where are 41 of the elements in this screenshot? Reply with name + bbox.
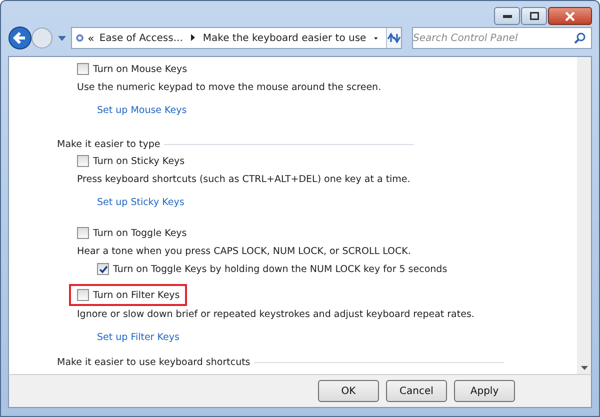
- checkbox-label[interactable]: Turn on Filter Keys: [93, 290, 180, 300]
- checkbox[interactable]: [77, 227, 89, 239]
- refresh-button[interactable]: [386, 28, 401, 48]
- setup-link[interactable]: Set up Sticky Keys: [97, 197, 184, 208]
- minimize-button[interactable]: [494, 7, 520, 25]
- back-button[interactable]: [8, 26, 32, 50]
- scroll-down-icon[interactable]: [580, 366, 588, 370]
- search-icon: [574, 32, 586, 44]
- checkbox[interactable]: [97, 263, 109, 275]
- overflow-chevron[interactable]: «: [88, 32, 94, 44]
- close-icon: [565, 12, 575, 20]
- breadcrumb-item[interactable]: Make the keyboard easier to use: [202, 32, 366, 44]
- address-bar[interactable]: « Ease of Access... Make the keyboard easier to use: [71, 27, 402, 49]
- checkbox-label[interactable]: Turn on Toggle Keys by holding down the NUM LOCK key for 5 seconds: [113, 264, 448, 274]
- breadcrumb-arrow-icon[interactable]: [190, 34, 195, 40]
- section-heading: Make it easier to type: [57, 138, 160, 150]
- checkbox-label[interactable]: Turn on Sticky Keys: [93, 156, 185, 166]
- search-field[interactable]: Search Control Panel: [412, 27, 592, 49]
- description-text: Use the numeric keypad to move the mouse around the screen.: [77, 81, 382, 95]
- checkbox[interactable]: [77, 155, 89, 167]
- checkbox[interactable]: [77, 289, 89, 301]
- maximize-button[interactable]: [521, 7, 547, 25]
- minimize-icon: [502, 14, 512, 18]
- description-text: Hear a tone when you press CAPS LOCK, NUM LOCK, or SCROLL LOCK.: [77, 245, 412, 259]
- setup-link[interactable]: Set up Filter Keys: [97, 332, 180, 343]
- checkbox-label[interactable]: Turn on Toggle Keys: [93, 228, 187, 238]
- scrollbar[interactable]: [577, 57, 591, 374]
- dialog-button[interactable]: OK: [318, 380, 379, 402]
- close-button[interactable]: [548, 7, 592, 25]
- refresh-icon: [387, 32, 401, 44]
- maximize-icon: [530, 12, 538, 20]
- breadcrumb-item[interactable]: Ease of Access...: [99, 32, 183, 44]
- section-heading: Make it easier to use keyboard shortcuts: [57, 356, 250, 368]
- checkbox[interactable]: [77, 63, 89, 75]
- dropdown-arrow-icon[interactable]: [374, 36, 378, 40]
- setup-link[interactable]: Set up Mouse Keys: [97, 105, 187, 116]
- description-text: Press keyboard shortcuts (such as CTRL+ALT+DEL) one key at a time.: [77, 173, 412, 187]
- checkbox-label[interactable]: Turn on Mouse Keys: [93, 64, 188, 74]
- dialog-button[interactable]: Cancel: [386, 380, 447, 402]
- dialog-button[interactable]: Apply: [454, 380, 515, 402]
- description-text: Ignore or slow down brief or repeated keystrokes and adjust keyboard repeat rates.: [77, 308, 476, 322]
